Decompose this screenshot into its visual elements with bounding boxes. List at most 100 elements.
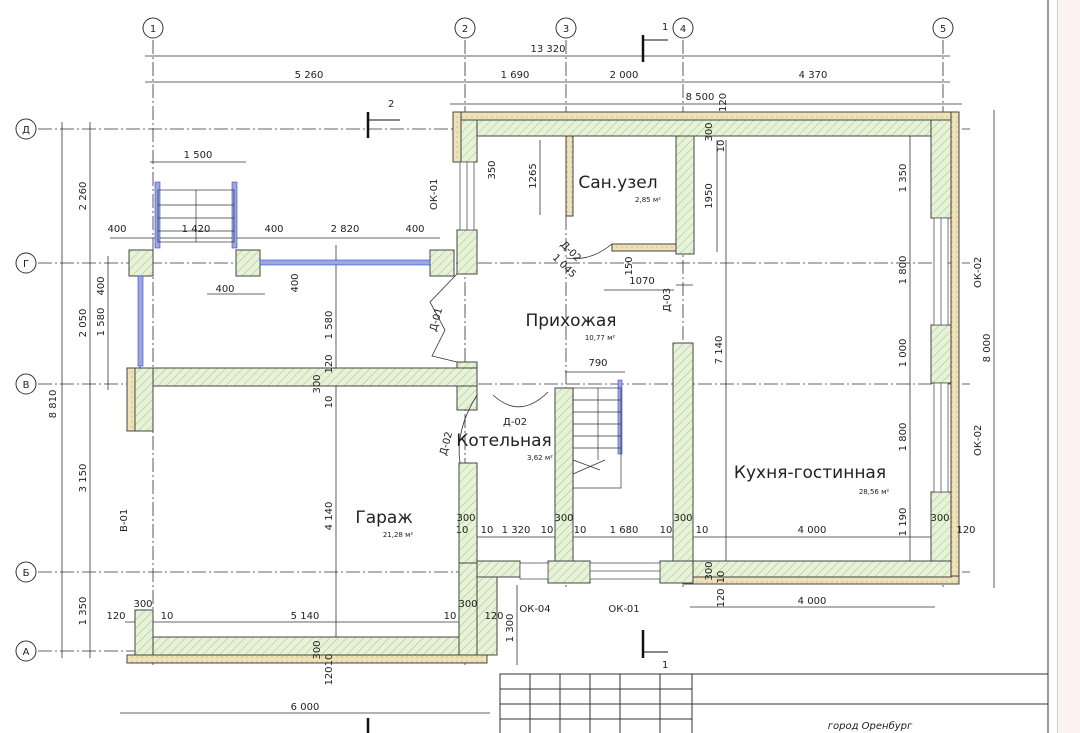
opening-d01: Д-01 [428,307,445,333]
opening-ok04: ОК-04 [519,604,550,615]
dim-porch-400c: 400 [405,224,424,235]
dim-porch-1500: 1 500 [184,150,213,161]
dim-120a: 120 [324,354,335,373]
dim-right-1: 1 350 [898,164,909,193]
dim-top-120: 120 [718,93,729,112]
dim-120f: 120 [716,588,727,607]
dim-porch-400b: 400 [264,224,283,235]
dim-left-5: 400 [96,276,107,295]
dim-left-2: 2 050 [78,309,89,338]
dim-4140: 4 140 [324,502,335,531]
dim-left-6: 1 580 [96,308,107,337]
dim-120c: 120 [106,611,125,622]
dim-120d: 120 [484,611,503,622]
dim-10d: 10 [481,525,494,536]
dim-left-4: 1 350 [78,597,89,626]
dim-10a: 10 [324,396,335,409]
dim-1320: 1 320 [502,525,531,536]
axis-label-1: 1 [150,24,156,35]
dim-150: 150 [624,256,635,275]
opening-ok02-lower: ОК-02 [973,425,984,456]
opening-ok01-bottom: ОК-01 [608,604,639,615]
opening-d03: Д-03 [662,288,673,312]
floor-plan: 1 2 3 4 5 Д Г В Б А 1 2 1 город Оренбург… [15,0,1049,733]
dim-350: 350 [487,160,498,179]
room-name-wc: Сан.узел [578,173,657,193]
room-area-boiler: 3,62 м² [527,454,553,462]
dim-top-2: 1 690 [501,70,530,81]
dim-300e: 300 [673,513,692,524]
axis-label-v: В [23,380,30,391]
dim-right-total: 8 000 [982,334,993,363]
dim-right-3: 1 000 [898,339,909,368]
dim-300c: 300 [456,513,475,524]
dim-10i: 10 [161,611,174,622]
dim-1580: 1 580 [324,311,335,340]
opening-ok02-upper: ОК-02 [973,257,984,288]
stair [572,387,622,489]
room-area-wc: 2,85 м² [635,196,661,204]
dim-right-5: 1 190 [898,508,909,537]
dim-10c: 10 [456,525,469,536]
dim-top-4: 4 370 [799,70,828,81]
opening-d02-boiler: Д-02 [438,431,455,457]
axis-label-a: А [23,647,30,658]
dim-porch-h400: 400 [290,273,301,292]
dim-10l: 10 [716,571,727,584]
windows [459,161,949,580]
opening-v01: В-01 [119,509,130,532]
dim-top-total: 13 320 [531,44,566,55]
dim-porch-400a: 400 [107,224,126,235]
dim-300a: 300 [312,374,323,393]
axis-label-g: Г [23,259,29,270]
dim-right-4: 1 800 [898,423,909,452]
room-name-hall: Прихожая [525,311,616,331]
dim-300b: 300 [704,122,715,141]
opening-d02-door: Д-02 [503,417,527,428]
dim-porch-2820: 2 820 [331,224,360,235]
dim-10k: 10 [324,654,335,667]
dim-right-2: 1 800 [898,256,909,285]
dim-300i: 300 [312,640,323,659]
dim-10f: 10 [574,525,587,536]
dim-left-1: 2 260 [78,182,89,211]
opening-ok01-top: ОК-01 [429,179,440,210]
dim-10j: 10 [444,611,457,622]
dim-300h: 300 [458,599,477,610]
dim-1265: 1265 [528,163,539,188]
axis-label-2: 2 [462,24,468,35]
dim-5140: 5 140 [291,611,320,622]
dim-porch-1420: 1 420 [182,224,211,235]
room-area-garage: 21,28 м² [383,531,414,539]
room-area-kitchen: 28,56 м² [859,488,890,496]
side-scroll-area[interactable] [1057,0,1080,733]
dim-10g: 10 [660,525,673,536]
room-area-hall: 10,77 м² [585,334,616,342]
title-block [499,0,1049,733]
axis-label-4: 4 [680,24,686,35]
room-name-boiler: Котельная [456,431,551,451]
dim-10e: 10 [541,525,554,536]
dim-left-total: 8 810 [48,390,59,419]
walls [126,111,960,664]
dim-6000: 6 000 [291,702,320,713]
dim-790: 790 [588,358,607,369]
room-name-kitchen: Кухня-гостинная [734,463,886,483]
dim-porch-400d: 400 [215,284,234,295]
dim-1070: 1070 [629,276,654,287]
section-2-label: 2 [388,99,394,110]
axis-label-d: Д [22,125,30,136]
dim-left-3: 3 150 [78,464,89,493]
section-1-top-label: 1 [662,22,668,33]
dim-1300: 1 300 [505,614,516,643]
dim-top-1: 5 260 [295,70,324,81]
axis-label-5: 5 [940,24,946,35]
dim-4000b: 4 000 [798,596,827,607]
dim-10h: 10 [696,525,709,536]
dim-top-3: 2 000 [610,70,639,81]
title-block-city: город Оренбург [828,720,913,732]
dim-4000a: 4 000 [798,525,827,536]
dim-300j: 300 [704,561,715,580]
dim-300f: 300 [930,513,949,524]
room-name-garage: Гараж [355,508,412,528]
